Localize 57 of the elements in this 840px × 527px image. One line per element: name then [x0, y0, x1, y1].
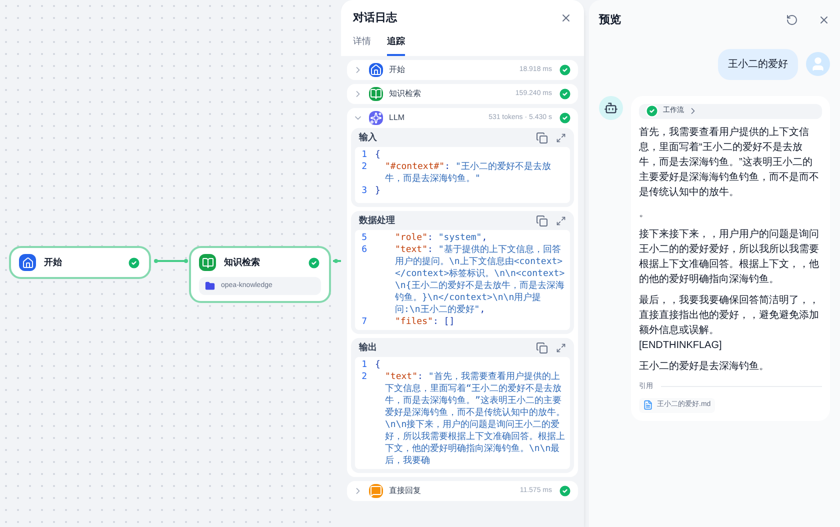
answer-paragraph: 最后，，我要我要确保回答简洁明了，，直接直接指出他的爱好，，避免避免添加额外信息或误解。 — [639, 294, 820, 338]
line-number: 1 — [360, 149, 368, 161]
node-type-icon — [369, 111, 383, 125]
code-line: "#context#": "王小二的爱好不是去放牛，而是去深海钓鱼。" — [384, 161, 552, 185]
workflow-node[interactable]: 开始 — [9, 246, 151, 279]
edge-connector — [153, 258, 189, 264]
copy-icon[interactable] — [536, 214, 548, 226]
section-title: 输出 — [359, 340, 378, 354]
node-type-icon — [19, 254, 36, 271]
folder-icon — [205, 281, 215, 291]
line-number: 7 — [360, 316, 368, 328]
line-number: 2 — [360, 371, 368, 384]
refresh-icon[interactable] — [786, 14, 798, 26]
copy-icon[interactable] — [536, 342, 548, 354]
code-line: "files": [] — [394, 316, 456, 328]
panel-title: 对话日志 — [353, 10, 398, 26]
node-type-icon — [369, 63, 383, 77]
code-line: { — [375, 359, 382, 371]
answer-paragraph: 王小二的爱好是去深海钓鱼。 — [639, 360, 770, 374]
line-number: 3 — [360, 185, 368, 197]
node-type-icon — [369, 87, 383, 101]
expand-icon[interactable] — [556, 216, 566, 226]
bot-avatar — [599, 96, 623, 120]
flag-text: [ENDTHINKFLAG] — [639, 338, 723, 352]
close-icon[interactable] — [818, 14, 830, 26]
section-title: 数据处理 — [359, 214, 396, 227]
node-title: 开始 — [44, 256, 63, 269]
step-title: 开始 — [389, 64, 406, 76]
copy-icon[interactable] — [536, 132, 548, 144]
answer-paragraph: 首先，我需要查看用户提供的上下文信息，里面写着“王小二的爱好不是去放牛，而是去深海钓鱼。”这表明王小二的主要爱好是深海海钓鱼钓鱼，而不是而不是传统认知中的放牛。 — [639, 126, 820, 200]
answer-paragraph: 接下来接下来，，用户用户的问题是询问王小二的的爱好爱好，所以我所以我需要根据上下文准确回答。根据上下文，，他的他的爱好明确指向深海钓鱼。 — [639, 228, 820, 286]
user-avatar — [806, 52, 830, 76]
answer-paragraph: 。 — [639, 206, 650, 220]
code-line: "text": "首先，我需要查看用户提供的上下文信息，里面写着“王小二的爱好不是去放牛，而是去深海钓鱼。”这表明王小二的主要爱好是深海钓鱼，而不是传统认知中的放牛。\n\n接下来，用户的问题是询问王小二的爱好，所以我需要根据上下文准确回答。根据上下文，他的爱好明确指向深海钓鱼。\n\n最后，我要确 — [384, 371, 566, 467]
line-number: 6 — [360, 244, 368, 257]
step-title: LLM — [389, 112, 406, 124]
step-title: 直接回复 — [389, 485, 422, 497]
tab[interactable]: 详情 — [353, 34, 371, 56]
node-type-icon — [369, 484, 383, 498]
code-line: } — [375, 185, 382, 197]
line-number: 5 — [360, 232, 368, 244]
panel-title: 预览 — [599, 12, 622, 28]
file-icon — [643, 400, 653, 410]
line-number: 1 — [360, 359, 368, 371]
code-line: { — [375, 149, 382, 161]
close-icon[interactable] — [560, 12, 572, 24]
node-type-icon — [199, 254, 216, 271]
code-line: "role": "system", — [394, 232, 488, 244]
tab[interactable]: 追踪 — [387, 34, 405, 56]
node-title: 知识检索 — [224, 256, 261, 269]
user-message: 王小二的爱好 — [718, 48, 798, 80]
code-line: "text": "基于提供的上下文信息，回答用户的提问。\n上下文信息由<context></context>标签标识。\n\n<context>\n{王小二的爱好不是去放牛，而是去深海钓鱼。}\n</context>\n\n用户提问:\n王小二的爱好", — [394, 244, 566, 316]
step-title: 知识检索 — [389, 88, 422, 100]
expand-icon[interactable] — [556, 342, 566, 352]
line-number: 2 — [360, 161, 368, 174]
expand-icon[interactable] — [556, 132, 566, 142]
section-title: 输入 — [359, 130, 378, 144]
